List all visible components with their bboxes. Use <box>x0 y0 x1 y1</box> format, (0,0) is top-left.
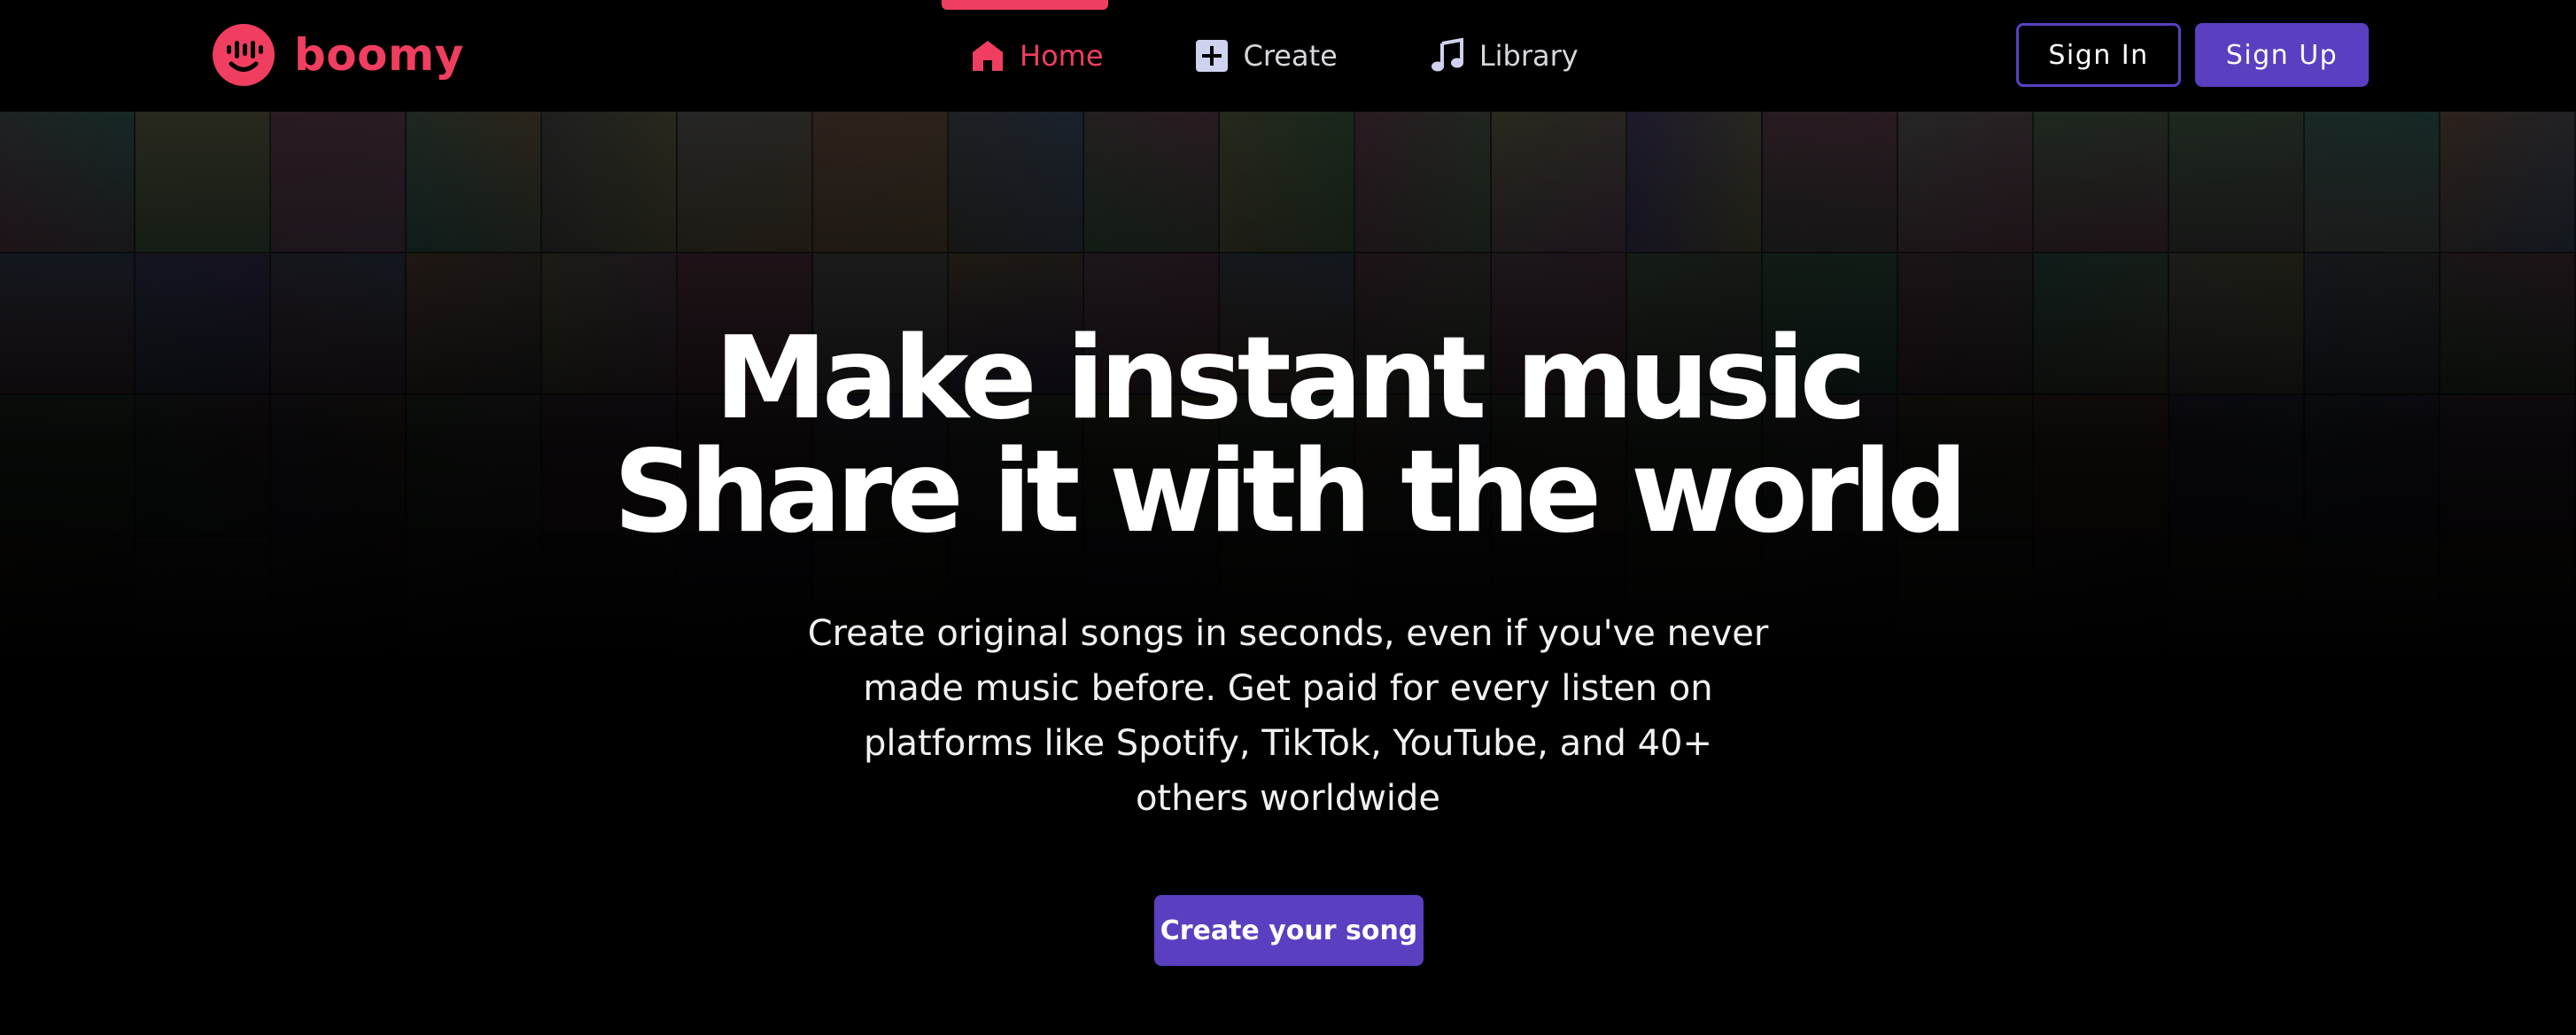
home-icon <box>973 41 1003 71</box>
sign-in-button[interactable]: Sign In <box>2016 23 2181 87</box>
subtext-line-4: others worldwide <box>1135 778 1441 819</box>
smiley-face-logo-icon <box>213 24 275 86</box>
tab-home-label: Home <box>1020 39 1104 73</box>
tab-home[interactable]: Home <box>942 0 1108 112</box>
hero-headline: Make instant music Share it with the wor… <box>0 323 2576 549</box>
hero-section: Make instant music Share it with the wor… <box>0 112 2576 1035</box>
top-navigation-bar: boomy Home Create Library Sign In Sign U… <box>0 0 2576 112</box>
hero-subtext: Create original songs in seconds, even i… <box>788 606 1788 826</box>
subtext-line-2: made music before. Get paid for every li… <box>863 668 1713 709</box>
music-note-icon <box>1431 38 1463 72</box>
tab-create-label: Create <box>1243 39 1338 73</box>
brand-name: boomy <box>294 29 464 81</box>
tab-library-label: Library <box>1478 39 1579 73</box>
plus-square-icon <box>1195 40 1228 72</box>
subtext-line-3: platforms like Spotify, TikTok, YouTube,… <box>864 723 1712 764</box>
headline-line-2: Share it with the world <box>613 426 1967 558</box>
subtext-line-1: Create original songs in seconds, even i… <box>807 613 1769 654</box>
active-tab-indicator <box>942 0 1108 10</box>
boomy-logo[interactable]: boomy <box>213 23 464 87</box>
tab-create[interactable]: Create <box>1194 0 1338 112</box>
main-nav-tabs: Home Create Library <box>942 0 1579 112</box>
headline-line-1: Make instant music <box>714 313 1867 445</box>
create-your-song-button[interactable]: Create your song <box>1154 895 1424 966</box>
tab-library[interactable]: Library <box>1430 0 1579 112</box>
sign-up-button[interactable]: Sign Up <box>2195 23 2369 87</box>
auth-buttons: Sign In Sign Up <box>2016 23 2369 87</box>
